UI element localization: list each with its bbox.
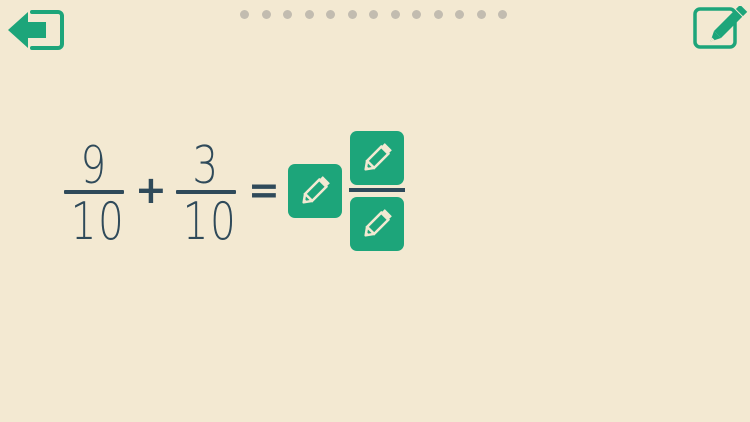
- fraction-two: 3 10: [176, 140, 236, 248]
- progress-dot: [412, 10, 421, 19]
- fraction-two-denominator: 10: [182, 192, 238, 252]
- progress-dot: [283, 10, 292, 19]
- progress-dot: [498, 10, 507, 19]
- back-arrow-icon: [8, 10, 64, 50]
- back-button[interactable]: [6, 6, 64, 52]
- answer-fraction-bar: [349, 188, 405, 192]
- progress-indicator: [240, 10, 507, 19]
- answer-whole-input[interactable]: [288, 164, 342, 218]
- progress-dot: [326, 10, 335, 19]
- fraction-one: 9 10: [64, 140, 124, 248]
- equals-sign: =: [248, 168, 280, 212]
- answer-denominator-input[interactable]: [350, 197, 404, 251]
- progress-dot: [390, 10, 400, 19]
- answer-numerator-input[interactable]: [350, 131, 404, 185]
- progress-dot: [433, 10, 443, 19]
- fraction-one-denominator: 10: [70, 192, 126, 252]
- pencil-icon: [364, 143, 392, 171]
- progress-dot: [304, 10, 314, 19]
- pencil-edit-icon: [693, 4, 748, 49]
- progress-dot: [240, 10, 249, 19]
- pencil-icon: [364, 209, 392, 237]
- fraction-one-numerator: 9: [80, 136, 108, 196]
- pencil-icon: [302, 176, 330, 204]
- progress-dot: [347, 10, 357, 19]
- edit-notes-button[interactable]: [692, 4, 748, 50]
- progress-dot: [455, 10, 464, 19]
- progress-dot: [476, 10, 486, 19]
- progress-dot: [261, 10, 271, 19]
- plus-operator: +: [135, 168, 167, 212]
- fraction-two-numerator: 3: [192, 136, 220, 196]
- progress-dot: [369, 10, 378, 19]
